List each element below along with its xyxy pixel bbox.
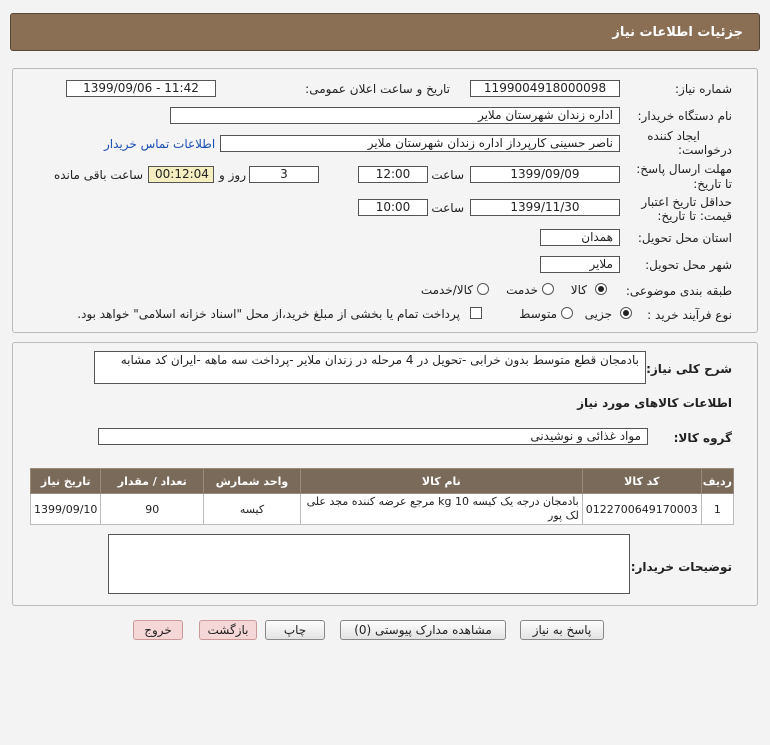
deadline-label-line2: تا تاریخ: (693, 177, 732, 191)
need-number-label: شماره نیاز: (675, 82, 732, 96)
goods-table: ردیف کد کالا نام کالا واحد شمارش تعداد /… (29, 468, 735, 525)
purchase-radio-medium[interactable] (561, 307, 573, 319)
description-field: بادمجان قطع متوسط بدون خرابی -تحویل در 4… (94, 351, 646, 384)
category-radio-goods-service[interactable] (477, 283, 489, 295)
city-field: ملایر (540, 256, 620, 273)
respond-button[interactable]: پاسخ به نیاز (520, 620, 604, 640)
description-label: شرح کلی نیاز: (646, 362, 732, 376)
col-date: تاریخ نیاز (29, 468, 102, 494)
need-number-field: 1199004918000098 (470, 80, 620, 97)
announce-datetime-field: 1399/09/06 - 11:42 (66, 80, 216, 97)
buyer-contact-link[interactable]: اطلاعات تماس خریدار (104, 137, 215, 151)
validity-time-field: 10:00 (358, 199, 428, 216)
province-label: استان محل تحویل: (637, 231, 732, 245)
days-label: روز و (219, 168, 246, 182)
requester-field: ناصر حسینی کارپرداز اداره زندان شهرستان … (220, 135, 620, 152)
goods-info-title: اطلاعات کالاهای مورد نیاز (577, 396, 732, 410)
deadline-time-label: ساعت (431, 168, 464, 182)
deadline-label-line1: مهلت ارسال پاسخ: (636, 162, 732, 176)
cell-name: بادمجان درجه یک کیسه 10 kg مرجع عرضه کنن… (299, 493, 583, 525)
col-name: نام کالا (299, 468, 583, 494)
goods-group-label: گروه کالا: (673, 431, 732, 445)
category-option-goods-service: کالا/خدمت (420, 283, 473, 297)
buyer-org-field: اداره زندان شهرستان ملایر (170, 107, 620, 124)
category-radio-service[interactable] (542, 283, 554, 295)
buyer-org-label: نام دستگاه خریدار: (637, 109, 733, 123)
cell-quantity: 90 (100, 493, 205, 525)
purchase-type-label: نوع فرآیند خرید : (647, 308, 732, 322)
validity-label-line1: حداقل تاریخ اعتبار (641, 195, 732, 209)
validity-date-field: 1399/11/30 (470, 199, 620, 216)
page-title: جزئیات اطلاعات نیاز (612, 24, 743, 40)
buyer-notes-field (108, 534, 630, 594)
requester-label-line1: ایجاد کننده (647, 129, 700, 143)
city-label: شهر محل تحویل: (645, 258, 732, 272)
col-row: ردیف (700, 468, 735, 494)
treasury-payment-note: پرداخت تمام یا بخشی از مبلغ خرید،از محل … (77, 307, 460, 321)
validity-label-line2: قیمت: تا تاریخ: (657, 209, 732, 223)
page-header: جزئیات اطلاعات نیاز (10, 13, 760, 51)
deadline-time-field: 12:00 (358, 166, 428, 183)
remaining-label: ساعت باقی مانده (53, 168, 143, 182)
purchase-option-medium: متوسط (519, 307, 557, 321)
announce-label: تاریخ و ساعت اعلان عمومی: (305, 82, 450, 96)
goods-group-field: مواد غذائی و نوشیدنی (98, 428, 648, 445)
deadline-date-field: 1399/09/09 (470, 166, 620, 183)
category-option-goods: کالا (570, 283, 587, 297)
days-field: 3 (249, 166, 319, 183)
view-attachments-button[interactable]: مشاهده مدارک پیوستی (0) (340, 620, 506, 640)
category-radio-goods[interactable] (595, 283, 607, 295)
back-button[interactable]: بازگشت (199, 620, 257, 640)
table-row: 1 0122700649170003 بادمجان درجه یک کیسه … (29, 493, 735, 525)
validity-time-label: ساعت (431, 201, 464, 215)
goods-table-header: ردیف کد کالا نام کالا واحد شمارش تعداد /… (29, 468, 735, 494)
cell-code: 0122700649170003 (581, 493, 702, 525)
category-label: طبقه بندی موضوعی: (625, 284, 732, 298)
cell-date: 1399/09/10 (29, 493, 102, 525)
cell-row: 1 (700, 493, 735, 525)
buyer-notes-label: توضیحات خریدار: (630, 560, 732, 574)
col-quantity: تعداد / مقدار (100, 468, 205, 494)
col-code: کد کالا (581, 468, 702, 494)
treasury-payment-checkbox[interactable] (470, 307, 482, 319)
purchase-option-minor: جزیی (584, 307, 612, 321)
cell-unit: کیسه (203, 493, 301, 525)
province-field: همدان (540, 229, 620, 246)
purchase-radio-minor[interactable] (620, 307, 632, 319)
print-button[interactable]: چاپ (265, 620, 325, 640)
exit-button[interactable]: خروج (133, 620, 183, 640)
category-option-service: خدمت (506, 283, 538, 297)
remaining-time-field: 00:12:04 (148, 166, 214, 183)
requester-label-line2: درخواست: (678, 143, 732, 157)
col-unit: واحد شمارش (203, 468, 301, 494)
